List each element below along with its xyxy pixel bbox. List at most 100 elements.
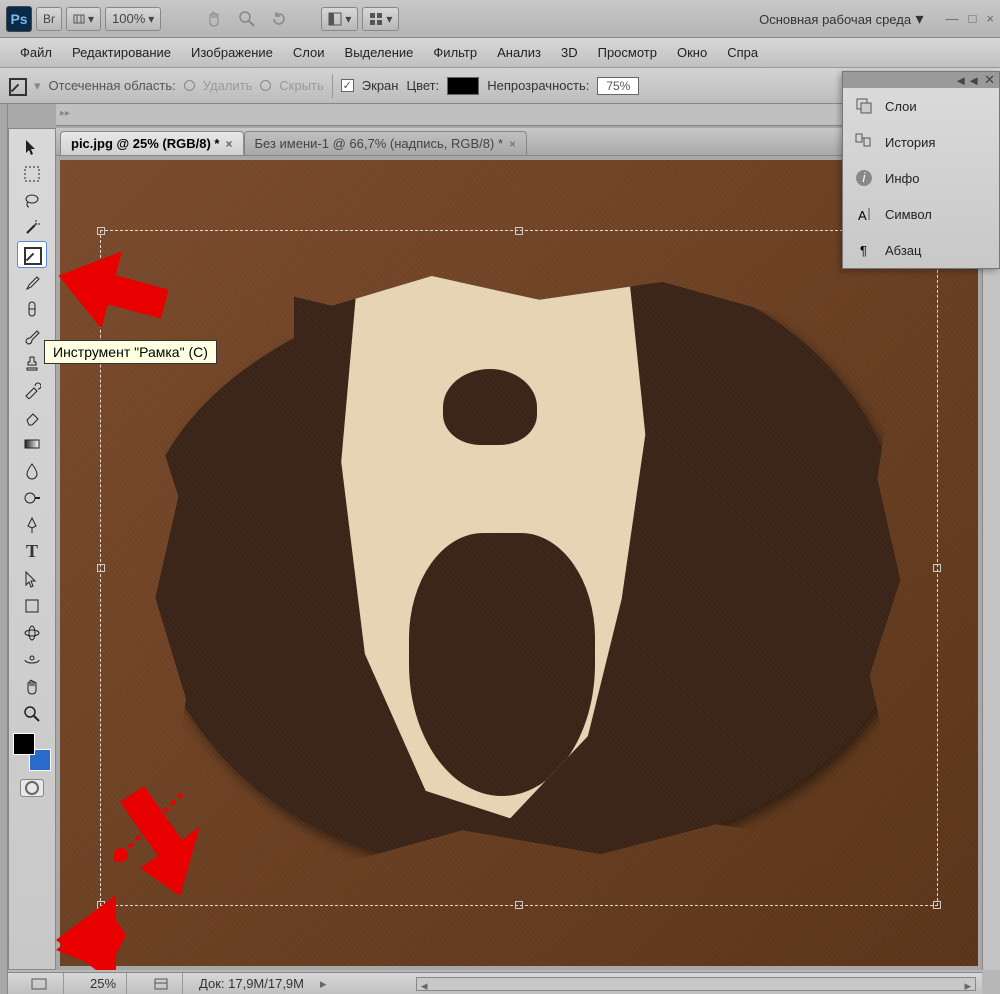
menu-редактирование[interactable]: Редактирование: [62, 41, 181, 64]
title-bar: Ps Br ▾ 100% ▾ ▾ ▾ Основная рабочая сред…: [0, 0, 1000, 38]
shield-checkbox[interactable]: ✓: [341, 79, 354, 92]
artwork-paper: [140, 270, 908, 866]
mini-bridge-button[interactable]: ▾: [66, 7, 101, 31]
crop-marquee[interactable]: [100, 230, 938, 906]
crop-tool-icon: [8, 77, 26, 95]
history-brush-tool[interactable]: [17, 376, 47, 403]
crop-handle-br[interactable]: [933, 901, 941, 909]
document-tab[interactable]: pic.jpg @ 25% (RGB/8) * ×: [60, 131, 244, 155]
pen-tool[interactable]: [17, 511, 47, 538]
menu-спра[interactable]: Спра: [717, 41, 768, 64]
crop-area-label: Отсеченная область:: [49, 78, 176, 93]
panel-label: Инфо: [885, 171, 919, 186]
move-tool[interactable]: [17, 133, 47, 160]
grid-icon: [369, 12, 383, 26]
menu-просмотр[interactable]: Просмотр: [588, 41, 667, 64]
marquee-tool[interactable]: [17, 160, 47, 187]
gradient-tool[interactable]: [17, 430, 47, 457]
dodge-tool[interactable]: [17, 484, 47, 511]
panel-label: Символ: [885, 207, 932, 222]
path-selection-tool[interactable]: [17, 565, 47, 592]
panel-icon: A: [853, 203, 875, 225]
workspace-label[interactable]: Основная рабочая среда ▾: [759, 9, 923, 29]
menu-3d[interactable]: 3D: [551, 41, 588, 64]
shield-label: Экран: [362, 78, 399, 93]
crop-handle-r[interactable]: [933, 564, 941, 572]
menu-анализ[interactable]: Анализ: [487, 41, 551, 64]
panel-item-слои[interactable]: Слои: [843, 88, 999, 124]
menu-выделение[interactable]: Выделение: [335, 41, 424, 64]
panel-item-символ[interactable]: A Символ: [843, 196, 999, 232]
horizontal-scrollbar[interactable]: ◂▸: [416, 977, 976, 991]
layout-icon: [328, 12, 342, 26]
crop-tool[interactable]: [17, 241, 47, 268]
rotate-view-shortcut[interactable]: [265, 7, 293, 31]
tool-tooltip: Инструмент "Рамка" (C): [44, 340, 217, 364]
hand-tool[interactable]: [17, 673, 47, 700]
menu-окно[interactable]: Окно: [667, 41, 717, 64]
hide-radio[interactable]: [260, 80, 271, 91]
crop-handle-t[interactable]: [515, 227, 523, 235]
shield-color-swatch[interactable]: [447, 77, 479, 95]
maximize-button[interactable]: □: [969, 11, 977, 26]
status-doc-size: Док: 17,9M/17,9M: [199, 976, 304, 991]
panel-icon: i: [853, 167, 875, 189]
tab-close-icon[interactable]: ×: [509, 137, 516, 151]
tab-close-icon[interactable]: ×: [225, 137, 232, 151]
foreground-background-colors[interactable]: [13, 733, 51, 771]
crop-handle-b[interactable]: [515, 901, 523, 909]
menu-изображение[interactable]: Изображение: [181, 41, 283, 64]
menu-фильтр[interactable]: Фильтр: [423, 41, 487, 64]
3d-camera-tool[interactable]: [17, 646, 47, 673]
shape-tool[interactable]: [17, 592, 47, 619]
menu-файл[interactable]: Файл: [10, 41, 62, 64]
panel-label: Абзац: [885, 243, 921, 258]
delete-radio[interactable]: [184, 80, 195, 91]
annotation-arrow-2: [56, 770, 216, 970]
screen-mode-icon[interactable]: [31, 978, 47, 990]
stamp-tool[interactable]: [17, 349, 47, 376]
screen-mode-button[interactable]: ▾: [321, 7, 358, 31]
panel-label: Слои: [885, 99, 917, 114]
arrange-documents-button[interactable]: ▾: [362, 7, 399, 31]
svg-text:¶: ¶: [860, 243, 867, 258]
panel-item-история[interactable]: История: [843, 124, 999, 160]
minimize-button[interactable]: —: [946, 11, 959, 26]
bridge-button[interactable]: Br: [36, 7, 62, 31]
lasso-tool[interactable]: [17, 187, 47, 214]
panels-flyout-header[interactable]: ◄◄✕: [843, 72, 999, 88]
healing-tool[interactable]: [17, 295, 47, 322]
panel-icon: [853, 95, 875, 117]
left-dock-strip[interactable]: [0, 104, 8, 994]
eyedropper-tool[interactable]: [17, 268, 47, 295]
toolbox: T: [8, 128, 56, 970]
zoom-tool-shortcut[interactable]: [233, 7, 261, 31]
panel-item-инфо[interactable]: i Инфо: [843, 160, 999, 196]
zoom-level-button[interactable]: 100% ▾: [105, 7, 161, 31]
3d-rotate-tool[interactable]: [17, 619, 47, 646]
panel-item-абзац[interactable]: ¶ Абзац: [843, 232, 999, 268]
quick-mask-toggle[interactable]: [20, 779, 44, 797]
magic-wand-tool[interactable]: [17, 214, 47, 241]
document-tab[interactable]: Без имени-1 @ 66,7% (надпись, RGB/8) *×: [244, 131, 528, 155]
eraser-tool[interactable]: [17, 403, 47, 430]
close-button[interactable]: ×: [986, 11, 994, 26]
brush-tool[interactable]: [17, 322, 47, 349]
menu-слои[interactable]: Слои: [283, 41, 335, 64]
crop-handle-l[interactable]: [97, 564, 105, 572]
doc-info-icon[interactable]: [153, 977, 169, 991]
zoom-tool[interactable]: [17, 700, 47, 727]
tab-label: pic.jpg @ 25% (RGB/8) *: [71, 136, 219, 151]
hide-label: Скрыть: [279, 78, 323, 93]
blur-tool[interactable]: [17, 457, 47, 484]
hand-icon: [205, 10, 223, 28]
annotation-arrow-1: [58, 230, 168, 340]
status-zoom[interactable]: 25%: [80, 973, 127, 994]
panel-icon: ¶: [853, 239, 875, 261]
hand-tool-shortcut[interactable]: [199, 7, 229, 31]
type-tool[interactable]: T: [17, 538, 47, 565]
opacity-value[interactable]: 75%: [597, 77, 639, 95]
status-bar: 25% Док: 17,9M/17,9M ▸ ◂▸: [8, 972, 982, 994]
svg-text:A: A: [858, 208, 867, 223]
photoshop-icon: Ps: [6, 6, 32, 32]
